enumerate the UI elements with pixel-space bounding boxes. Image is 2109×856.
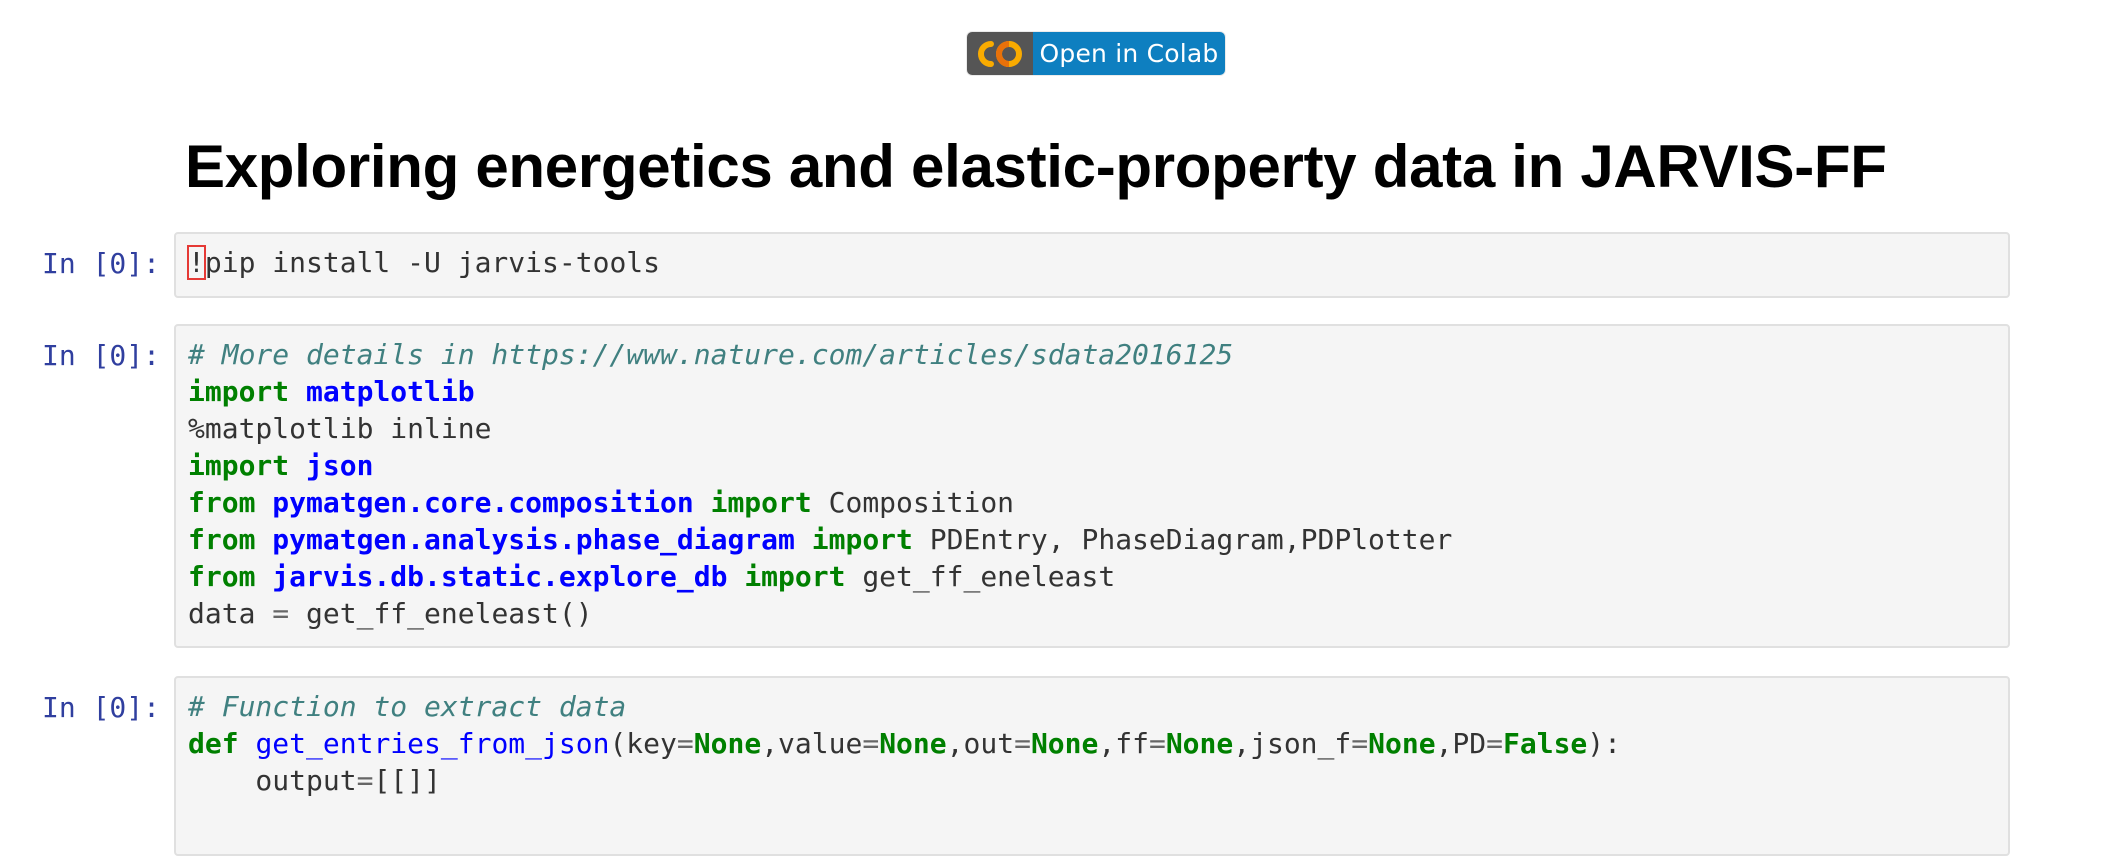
keyword-token: import xyxy=(811,523,913,556)
code-input-area[interactable]: # Function to extract data def get_entrie… xyxy=(174,676,2010,856)
code-line: # Function to extract data xyxy=(188,688,1996,725)
keyword-token: None xyxy=(1030,727,1099,760)
keyword-token: None xyxy=(1368,727,1436,760)
notebook-title: Exploring energetics and elastic-propert… xyxy=(185,133,1887,200)
keyword-token: def xyxy=(188,727,239,760)
operator-token: = xyxy=(356,764,374,797)
code-token: ,json_f xyxy=(1233,727,1352,760)
operator-token: = xyxy=(1014,727,1031,760)
operator-token: = xyxy=(1351,727,1369,760)
code-token: ,PD xyxy=(1435,727,1487,760)
code-line: # More details in https://www.nature.com… xyxy=(188,336,1996,373)
keyword-token: from xyxy=(188,560,256,593)
code-line: import matplotlib xyxy=(188,373,1996,410)
keyword-token: from xyxy=(188,523,256,556)
code-line: from pymatgen.analysis.phase_diagram imp… xyxy=(188,521,1996,558)
code-token: get_ff_eneleast xyxy=(845,560,1116,593)
keyword-token: import xyxy=(188,449,290,482)
code-token: ,out xyxy=(946,727,1015,760)
code-line: output=[[]] xyxy=(188,762,1996,799)
code-input-area[interactable]: # More details in https://www.nature.com… xyxy=(174,324,2010,648)
code-line: def get_entries_from_json(key=None,value… xyxy=(188,725,1996,762)
code-token: get_ff_eneleast() xyxy=(289,597,593,630)
syntax-error-token: ! xyxy=(187,245,206,280)
code-token: %matplotlib inline xyxy=(188,412,492,445)
code-line: !pip install -U jarvis-tools xyxy=(187,244,1996,281)
code-line: from pymatgen.core.composition import Co… xyxy=(188,484,1996,521)
function-name-token: get_entries_from_json xyxy=(255,727,610,760)
code-token: ,ff xyxy=(1098,727,1149,760)
keyword-token: import xyxy=(710,486,812,519)
keyword-token: None xyxy=(1165,727,1234,760)
operator-token: = xyxy=(1148,727,1166,760)
module-name-token: json xyxy=(306,449,374,482)
operator-token: = xyxy=(272,597,290,630)
code-token: [[]] xyxy=(373,764,441,797)
module-name-token: matplotlib xyxy=(306,375,475,408)
code-token: data xyxy=(188,597,273,630)
operator-token: = xyxy=(862,727,880,760)
open-in-colab-badge[interactable]: Open in Colab xyxy=(967,32,1225,75)
code-token: pip install -U jarvis-tools xyxy=(204,246,661,279)
code-token: output xyxy=(188,764,357,797)
keyword-token: import xyxy=(188,375,290,408)
colab-logo-icon xyxy=(967,32,1033,75)
code-token: ,value xyxy=(761,727,863,760)
code-token: ): xyxy=(1587,727,1622,760)
code-input-area[interactable]: !pip install -U jarvis-tools xyxy=(174,232,2010,298)
code-line: data = get_ff_eneleast() xyxy=(188,595,1996,632)
keyword-token: None xyxy=(879,727,947,760)
code-line: import json xyxy=(188,447,1996,484)
comment-token: # More details in https://www.nature.com… xyxy=(188,338,1234,371)
operator-token: = xyxy=(1486,727,1503,760)
keyword-token: from xyxy=(188,486,256,519)
module-name-token: pymatgen.analysis.phase_diagram xyxy=(272,523,795,556)
operator-token: = xyxy=(676,727,694,760)
module-name-token: jarvis.db.static.explore_db xyxy=(272,560,728,593)
code-line: from jarvis.db.static.explore_db import … xyxy=(188,558,1996,595)
cell-prompt: In [0]: xyxy=(42,339,161,372)
code-token: Composition xyxy=(811,486,1015,519)
code-token: PDEntry, PhaseDiagram,PDPlotter xyxy=(912,523,1453,556)
module-name-token: pymatgen.core.composition xyxy=(272,486,694,519)
keyword-token: False xyxy=(1503,727,1588,760)
cell-prompt: In [0]: xyxy=(42,247,161,280)
comment-token: # Function to extract data xyxy=(188,690,627,723)
cell-prompt: In [0]: xyxy=(42,691,161,724)
keyword-token: import xyxy=(744,560,846,593)
keyword-token: None xyxy=(693,727,762,760)
open-in-colab-label: Open in Colab xyxy=(1033,32,1225,75)
code-line: %matplotlib inline xyxy=(188,410,1996,447)
code-token: (key xyxy=(609,727,677,760)
